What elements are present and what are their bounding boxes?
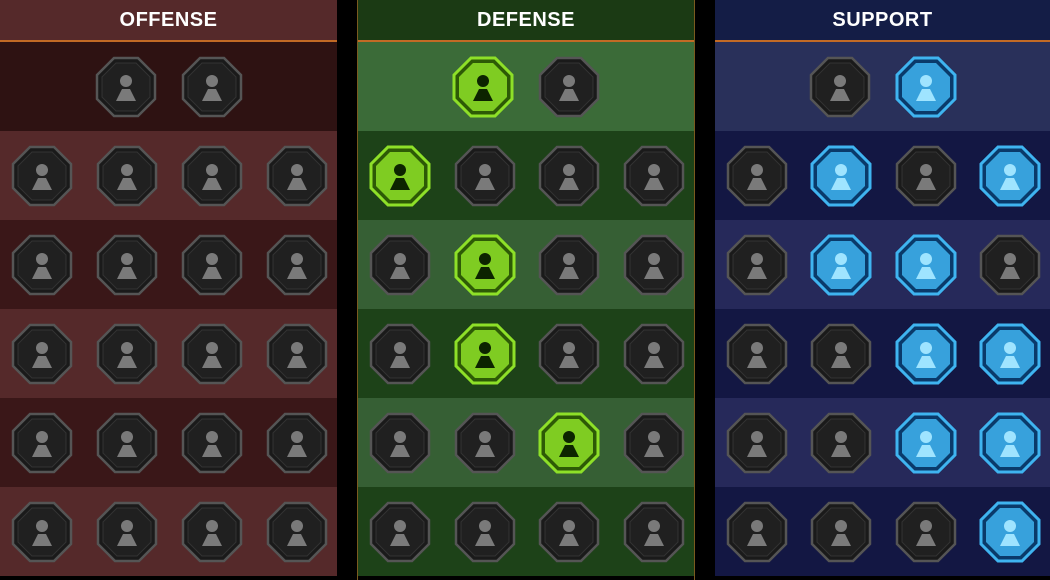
heart-plus-icon[interactable] [808, 55, 872, 119]
fanged-skull-icon[interactable] [809, 500, 873, 564]
horned-warrior-icon[interactable] [10, 144, 74, 208]
defense-row [358, 42, 694, 131]
praying-hands-icon[interactable] [725, 144, 789, 208]
slashing-speed-icon[interactable] [95, 144, 159, 208]
flaming-skull-icon[interactable] [265, 500, 329, 564]
defense-row [358, 309, 694, 398]
offense-title: OFFENSE [0, 0, 337, 42]
dagger-circle-icon[interactable] [180, 411, 244, 475]
offense-row [0, 131, 337, 220]
eagle-head-icon[interactable] [978, 500, 1042, 564]
eye-slash-icon[interactable] [10, 411, 74, 475]
sword-sparkle-icon[interactable] [10, 500, 74, 564]
block-stance-icon[interactable] [368, 233, 432, 297]
defense-row [358, 398, 694, 487]
lightning-chain-icon[interactable] [265, 322, 329, 386]
support-title: SUPPORT [715, 0, 1050, 42]
support-row [715, 220, 1050, 309]
aura-shield-icon[interactable] [809, 144, 873, 208]
crossed-swords-icon[interactable] [94, 55, 158, 119]
gauntlet-fist-icon[interactable] [95, 322, 159, 386]
sweeping-hand-icon[interactable] [978, 144, 1042, 208]
armored-beast-icon[interactable] [368, 500, 432, 564]
winged-shield-icon[interactable] [453, 500, 517, 564]
claw-hand-icon[interactable] [265, 233, 329, 297]
axe-strike-icon[interactable] [180, 322, 244, 386]
chevron-shield-icon[interactable] [368, 144, 432, 208]
compass-star-icon[interactable] [725, 411, 789, 475]
support-row [715, 131, 1050, 220]
support-tree: SUPPORT [715, 0, 1050, 580]
poison-skull-icon[interactable] [894, 144, 958, 208]
defense-row [358, 487, 694, 576]
skull-mouse-icon[interactable] [95, 411, 159, 475]
flexing-brute-icon[interactable] [265, 411, 329, 475]
swirl-grab-icon[interactable] [622, 411, 686, 475]
offense-row [0, 220, 337, 309]
offense-tree: OFFENSE [0, 0, 337, 580]
grasping-hand-icon[interactable] [894, 500, 958, 564]
bull-head-icon[interactable] [622, 322, 686, 386]
hooded-figure-icon[interactable] [622, 233, 686, 297]
demon-maw-icon[interactable] [95, 233, 159, 297]
crowd-rally-icon[interactable] [368, 322, 432, 386]
shield-break-icon[interactable] [180, 144, 244, 208]
anatomical-heart-icon[interactable] [453, 144, 517, 208]
defense-row [358, 220, 694, 309]
potion-flask-icon[interactable] [725, 500, 789, 564]
bleeding-drop-icon[interactable] [10, 322, 74, 386]
defense-title: DEFENSE [358, 0, 694, 42]
knight-shield-icon[interactable] [453, 233, 517, 297]
offense-row [0, 487, 337, 576]
triple-blades-icon[interactable] [180, 55, 244, 119]
offense-row [0, 309, 337, 398]
brick-wall-icon[interactable] [451, 55, 515, 119]
sun-skull-icon[interactable] [537, 411, 601, 475]
defense-tree: DEFENSE [357, 0, 695, 580]
dash-runner-icon[interactable] [368, 411, 432, 475]
armored-torso-icon[interactable] [537, 144, 601, 208]
horned-demon-icon[interactable] [180, 500, 244, 564]
defense-row [358, 131, 694, 220]
offense-row [0, 398, 337, 487]
offense-row [0, 42, 337, 131]
heart-chain-icon[interactable] [725, 322, 789, 386]
support-row [715, 398, 1050, 487]
comet-icon[interactable] [809, 322, 873, 386]
raised-fist-icon[interactable] [537, 55, 601, 119]
open-book-icon[interactable] [894, 322, 958, 386]
lightning-bolt-icon[interactable] [809, 233, 873, 297]
bearded-king-icon[interactable] [537, 500, 601, 564]
shadow-duo-icon[interactable] [978, 233, 1042, 297]
support-row [715, 309, 1050, 398]
spiral-vortex-icon[interactable] [894, 55, 958, 119]
open-palm-icon[interactable] [537, 322, 601, 386]
support-row [715, 42, 1050, 131]
support-row [715, 487, 1050, 576]
triple-spikes-icon[interactable] [453, 411, 517, 475]
skull-wind-icon[interactable] [180, 233, 244, 297]
heart-skull-icon[interactable] [537, 233, 601, 297]
running-boot-icon[interactable] [809, 411, 873, 475]
angry-eyes-icon[interactable] [978, 322, 1042, 386]
all-seeing-eye-icon[interactable] [894, 411, 958, 475]
knight-helm-icon[interactable] [95, 500, 159, 564]
voodoo-doll-icon[interactable] [978, 411, 1042, 475]
hourglass-burst-icon[interactable] [453, 322, 517, 386]
fist-strike-icon[interactable] [10, 233, 74, 297]
shatter-icon[interactable] [894, 233, 958, 297]
strongman-icon[interactable] [622, 500, 686, 564]
crossed-blades-icon[interactable] [622, 144, 686, 208]
sparkle-figure-icon[interactable] [725, 233, 789, 297]
broken-heart-icon[interactable] [265, 144, 329, 208]
